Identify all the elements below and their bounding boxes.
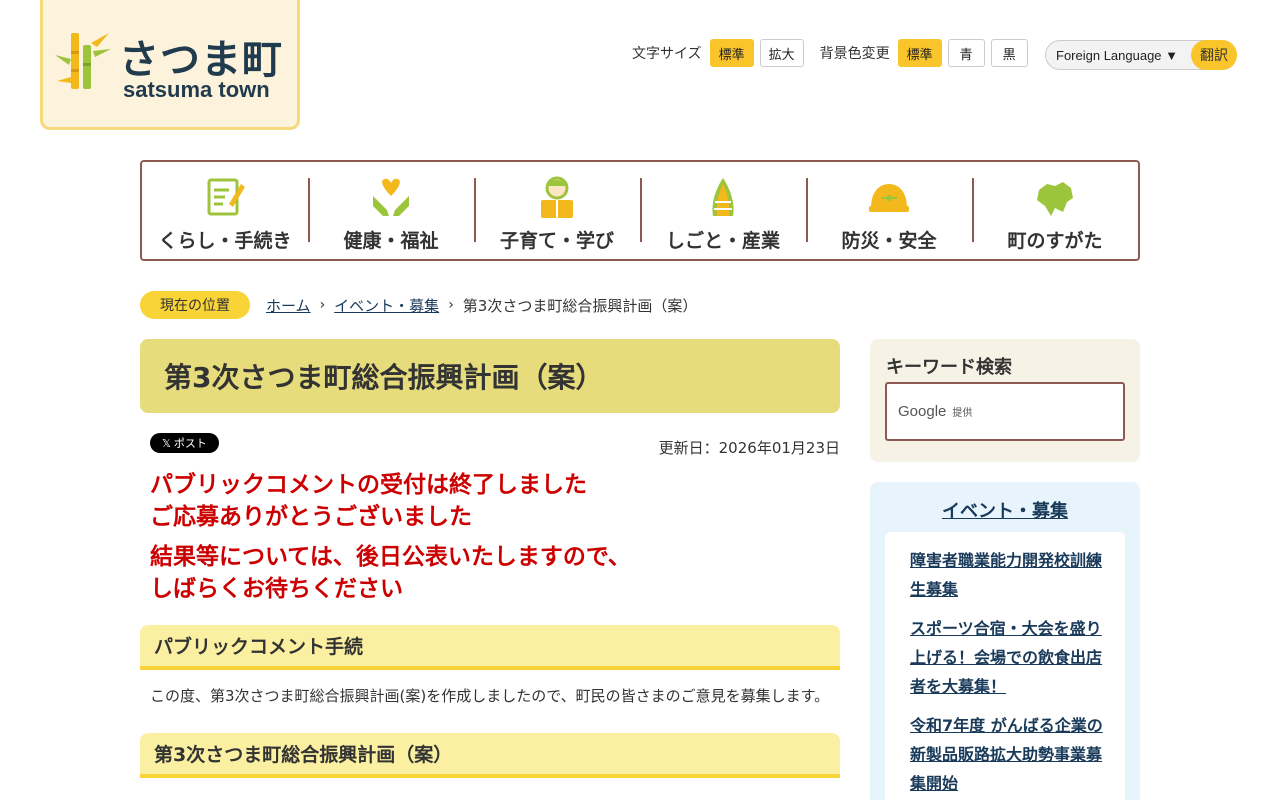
nav-item-disaster[interactable]: 防災・安全 <box>806 162 972 259</box>
global-nav: くらし・手続き 健康・福祉 子育て・学び しごと・産業 防災・安全 町のすがた <box>140 160 1140 261</box>
breadcrumb-events-link[interactable]: イベント・募集 <box>334 295 439 316</box>
logo-text-en: satsuma town <box>123 77 270 102</box>
main-content: 第3次さつま町総合振興計画（案） 𝕏 ポスト 更新日：2026年01月23日 パ… <box>140 339 840 778</box>
notice-results: 結果等については、後日公表いたしますので、 しばらくお待ちください <box>150 544 631 602</box>
section-heading-plan: 第3次さつま町総合振興計画（案） <box>140 733 840 778</box>
nav-item-work[interactable]: しごと・産業 <box>640 162 806 259</box>
breadcrumb: 現在の位置 ホーム › イベント・募集 › 第3次さつま町総合振興計画（案） <box>140 291 697 319</box>
helmet-icon <box>869 184 909 212</box>
bg-black-button[interactable]: 黒 <box>990 39 1028 67</box>
breadcrumb-current: 第3次さつま町総合振興計画（案） <box>462 296 698 315</box>
breadcrumb-tag: 現在の位置 <box>140 291 250 319</box>
nav-item-town[interactable]: 町のすがた <box>972 162 1138 259</box>
updated-date: 更新日：2026年01月23日 <box>658 439 840 457</box>
child-book-icon <box>541 176 573 218</box>
nav-label: 子育て・学び <box>499 230 614 252</box>
bamboo-logo-icon <box>55 33 111 89</box>
nav-label: 町のすがた <box>1007 230 1103 252</box>
event-section-link[interactable]: イベント・募集 <box>870 497 1140 523</box>
form-pen-icon <box>207 178 245 216</box>
list-item[interactable]: 令和7年度 がんばる企業の新製品販路拡大助勢事業募集開始 <box>910 711 1109 798</box>
bg-standard-button[interactable]: 標準 <box>897 39 942 67</box>
font-size-large-button[interactable]: 拡大 <box>759 39 804 67</box>
search-input[interactable]: Google 提供 <box>885 382 1125 441</box>
chevron-right-icon: › <box>319 297 326 313</box>
accessibility-tools: 文字サイズ 標準 拡大 背景色変更 標準 青 黒 <box>632 39 1034 67</box>
breadcrumb-home-link[interactable]: ホーム <box>266 295 311 316</box>
google-branding: Google 提供 <box>898 403 973 420</box>
bg-blue-button[interactable]: 青 <box>947 39 985 67</box>
chevron-right-icon: › <box>448 297 454 313</box>
bg-color-label: 背景色変更 <box>819 46 890 62</box>
language-selector: Foreign Language ▼ 翻訳 <box>1045 40 1237 70</box>
site-logo[interactable]: さつま町 satsuma town <box>40 0 300 130</box>
bamboo-shoot-icon <box>712 178 734 216</box>
translate-button[interactable]: 翻訳 <box>1191 40 1237 70</box>
language-select[interactable]: Foreign Language ▼ <box>1046 48 1191 63</box>
nav-item-childcare[interactable]: 子育て・学び <box>474 162 640 259</box>
list-item[interactable]: スポーツ合宿・大会を盛り上げる！会場での飲食出店者を大募集！ <box>910 614 1109 701</box>
keyword-search-panel: キーワード検索 Google 提供 <box>870 339 1140 462</box>
nav-item-health[interactable]: 健康・福祉 <box>308 162 474 259</box>
list-item[interactable]: 障害者職業能力開発校訓練生募集 <box>910 546 1109 604</box>
notice-closed: パブリックコメントの受付は終了しました ご応募ありがとうございました <box>150 472 587 530</box>
search-title: キーワード検索 <box>886 357 1012 378</box>
x-post-button[interactable]: 𝕏 ポスト <box>150 433 219 453</box>
event-sidebar: イベント・募集 障害者職業能力開発校訓練生募集 スポーツ合宿・大会を盛り上げる！… <box>870 482 1140 800</box>
nav-label: しごと・産業 <box>665 230 780 252</box>
town-map-icon <box>1037 182 1073 216</box>
font-size-standard-button[interactable]: 標準 <box>709 39 754 67</box>
event-list: 障害者職業能力開発校訓練生募集 スポーツ合宿・大会を盛り上げる！会場での飲食出店… <box>885 532 1125 800</box>
page-title: 第3次さつま町総合振興計画（案） <box>140 339 840 413</box>
hands-heart-icon <box>373 178 409 216</box>
nav-label: くらし・手続き <box>158 230 292 252</box>
font-size-label: 文字サイズ <box>632 46 702 62</box>
nav-item-living[interactable]: くらし・手続き <box>142 162 308 259</box>
section-heading-public-comment: パブリックコメント手続 <box>140 625 840 670</box>
nav-label: 防災・安全 <box>841 230 937 252</box>
nav-label: 健康・福祉 <box>343 230 439 252</box>
section-text: この度、第3次さつま町総合振興計画(案)を作成しましたので、町民の皆さまのご意見… <box>150 687 830 705</box>
